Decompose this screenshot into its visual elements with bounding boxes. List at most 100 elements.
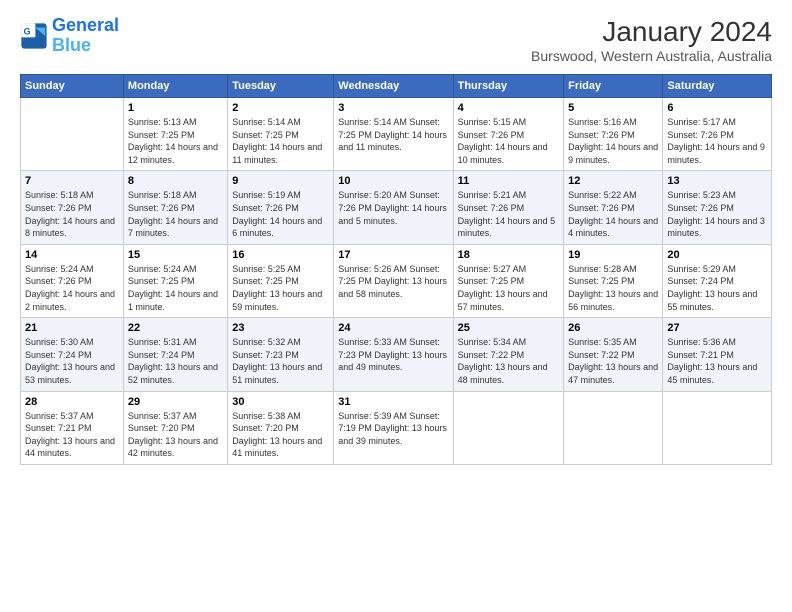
day-info: Sunrise: 5:28 AM Sunset: 7:25 PM Dayligh… bbox=[568, 263, 658, 313]
calendar-cell: 22 Sunrise: 5:31 AM Sunset: 7:24 PM Dayli… bbox=[123, 318, 227, 391]
day-number: 6 bbox=[667, 102, 767, 114]
day-info: Sunrise: 5:26 AM Sunset: 7:25 PM Dayligh… bbox=[338, 263, 448, 301]
header-day-tuesday: Tuesday bbox=[228, 75, 334, 98]
calendar-cell: 6Sunrise: 5:17 AM Sunset: 7:26 PM Daylig… bbox=[663, 98, 772, 171]
svg-text:G: G bbox=[24, 26, 31, 36]
calendar-cell bbox=[21, 98, 124, 171]
calendar-cell: 14 Sunrise: 5:24 AM Sunset: 7:26 PM Dayli… bbox=[21, 244, 124, 317]
day-info: Sunrise: 5:24 AM Sunset: 7:26 PM Dayligh… bbox=[25, 263, 119, 313]
calendar-cell: 26Sunrise: 5:35 AM Sunset: 7:22 PM Dayli… bbox=[564, 318, 663, 391]
calendar-cell: 21 Sunrise: 5:30 AM Sunset: 7:24 PM Dayli… bbox=[21, 318, 124, 391]
day-info: Sunrise: 5:20 AM Sunset: 7:26 PM Dayligh… bbox=[338, 189, 448, 227]
calendar-cell: 10 Sunrise: 5:20 AM Sunset: 7:26 PM Dayli… bbox=[334, 171, 453, 244]
logo: G General Blue bbox=[20, 16, 119, 56]
calendar-cell: 5 Sunrise: 5:16 AM Sunset: 7:26 PM Daylig… bbox=[564, 98, 663, 171]
calendar-body: 1 Sunrise: 5:13 AM Sunset: 7:25 PM Daylig… bbox=[21, 98, 772, 465]
calendar-header: SundayMondayTuesdayWednesdayThursdayFrid… bbox=[21, 75, 772, 98]
day-number: 8 bbox=[128, 175, 223, 187]
calendar-cell: 16Sunrise: 5:25 AM Sunset: 7:25 PM Dayli… bbox=[228, 244, 334, 317]
day-number: 5 bbox=[568, 102, 658, 114]
day-info: Sunrise: 5:31 AM Sunset: 7:24 PM Dayligh… bbox=[128, 336, 223, 386]
day-number: 31 bbox=[338, 396, 448, 408]
day-info: Sunrise: 5:34 AM Sunset: 7:22 PM Dayligh… bbox=[458, 336, 559, 386]
day-info: Sunrise: 5:29 AM Sunset: 7:24 PM Dayligh… bbox=[667, 263, 767, 313]
day-info: Sunrise: 5:16 AM Sunset: 7:26 PM Dayligh… bbox=[568, 116, 658, 166]
calendar-cell: 7 Sunrise: 5:18 AM Sunset: 7:26 PM Daylig… bbox=[21, 171, 124, 244]
day-info: Sunrise: 5:18 AM Sunset: 7:26 PM Dayligh… bbox=[128, 189, 223, 239]
day-number: 14 bbox=[25, 249, 119, 261]
logo-line2: Blue bbox=[52, 35, 91, 55]
day-number: 27 bbox=[667, 322, 767, 334]
header-day-sunday: Sunday bbox=[21, 75, 124, 98]
week-row-5: 28Sunrise: 5:37 AM Sunset: 7:21 PM Dayli… bbox=[21, 391, 772, 464]
calendar-cell: 24 Sunrise: 5:33 AM Sunset: 7:23 PM Dayli… bbox=[334, 318, 453, 391]
calendar-cell bbox=[663, 391, 772, 464]
calendar-table: SundayMondayTuesdayWednesdayThursdayFrid… bbox=[20, 74, 772, 465]
calendar-cell bbox=[564, 391, 663, 464]
day-number: 7 bbox=[25, 175, 119, 187]
day-number: 17 bbox=[338, 249, 448, 261]
day-number: 3 bbox=[338, 102, 448, 114]
header-day-friday: Friday bbox=[564, 75, 663, 98]
day-number: 13 bbox=[667, 175, 767, 187]
day-number: 2 bbox=[232, 102, 329, 114]
calendar-cell: 25Sunrise: 5:34 AM Sunset: 7:22 PM Dayli… bbox=[453, 318, 563, 391]
calendar-cell: 23Sunrise: 5:32 AM Sunset: 7:23 PM Dayli… bbox=[228, 318, 334, 391]
calendar-cell: 29Sunrise: 5:37 AM Sunset: 7:20 PM Dayli… bbox=[123, 391, 227, 464]
day-info: Sunrise: 5:14 AM Sunset: 7:25 PM Dayligh… bbox=[338, 116, 448, 154]
day-info: Sunrise: 5:22 AM Sunset: 7:26 PM Dayligh… bbox=[568, 189, 658, 239]
header-day-saturday: Saturday bbox=[663, 75, 772, 98]
day-info: Sunrise: 5:21 AM Sunset: 7:26 PM Dayligh… bbox=[458, 189, 559, 239]
day-info: Sunrise: 5:27 AM Sunset: 7:25 PM Dayligh… bbox=[458, 263, 559, 313]
day-number: 22 bbox=[128, 322, 223, 334]
calendar-cell: 8 Sunrise: 5:18 AM Sunset: 7:26 PM Daylig… bbox=[123, 171, 227, 244]
calendar-cell: 17 Sunrise: 5:26 AM Sunset: 7:25 PM Dayli… bbox=[334, 244, 453, 317]
day-number: 4 bbox=[458, 102, 559, 114]
header-day-wednesday: Wednesday bbox=[334, 75, 453, 98]
day-number: 11 bbox=[458, 175, 559, 187]
day-number: 24 bbox=[338, 322, 448, 334]
calendar-cell: 20 Sunrise: 5:29 AM Sunset: 7:24 PM Dayli… bbox=[663, 244, 772, 317]
day-info: Sunrise: 5:13 AM Sunset: 7:25 PM Dayligh… bbox=[128, 116, 223, 166]
calendar-cell: 13Sunrise: 5:23 AM Sunset: 7:26 PM Dayli… bbox=[663, 171, 772, 244]
day-number: 30 bbox=[232, 396, 329, 408]
calendar-cell: 2Sunrise: 5:14 AM Sunset: 7:25 PM Daylig… bbox=[228, 98, 334, 171]
day-info: Sunrise: 5:38 AM Sunset: 7:20 PM Dayligh… bbox=[232, 410, 329, 460]
day-info: Sunrise: 5:33 AM Sunset: 7:23 PM Dayligh… bbox=[338, 336, 448, 374]
calendar-cell: 19 Sunrise: 5:28 AM Sunset: 7:25 PM Dayli… bbox=[564, 244, 663, 317]
calendar-cell: 11 Sunrise: 5:21 AM Sunset: 7:26 PM Dayli… bbox=[453, 171, 563, 244]
logo-icon: G bbox=[20, 22, 48, 50]
day-info: Sunrise: 5:35 AM Sunset: 7:22 PM Dayligh… bbox=[568, 336, 658, 386]
week-row-3: 14 Sunrise: 5:24 AM Sunset: 7:26 PM Dayli… bbox=[21, 244, 772, 317]
day-number: 21 bbox=[25, 322, 119, 334]
calendar-cell: 27 Sunrise: 5:36 AM Sunset: 7:21 PM Dayli… bbox=[663, 318, 772, 391]
subtitle: Burswood, Western Australia, Australia bbox=[531, 48, 772, 64]
day-info: Sunrise: 5:37 AM Sunset: 7:20 PM Dayligh… bbox=[128, 410, 223, 460]
day-number: 19 bbox=[568, 249, 658, 261]
calendar-cell: 12Sunrise: 5:22 AM Sunset: 7:26 PM Dayli… bbox=[564, 171, 663, 244]
calendar-cell: 1 Sunrise: 5:13 AM Sunset: 7:25 PM Daylig… bbox=[123, 98, 227, 171]
day-number: 1 bbox=[128, 102, 223, 114]
calendar-cell: 28Sunrise: 5:37 AM Sunset: 7:21 PM Dayli… bbox=[21, 391, 124, 464]
main-title: January 2024 bbox=[531, 16, 772, 48]
day-info: Sunrise: 5:36 AM Sunset: 7:21 PM Dayligh… bbox=[667, 336, 767, 386]
calendar-cell: 3 Sunrise: 5:14 AM Sunset: 7:25 PM Daylig… bbox=[334, 98, 453, 171]
day-info: Sunrise: 5:24 AM Sunset: 7:25 PM Dayligh… bbox=[128, 263, 223, 313]
week-row-4: 21 Sunrise: 5:30 AM Sunset: 7:24 PM Dayli… bbox=[21, 318, 772, 391]
week-row-2: 7 Sunrise: 5:18 AM Sunset: 7:26 PM Daylig… bbox=[21, 171, 772, 244]
header-row: SundayMondayTuesdayWednesdayThursdayFrid… bbox=[21, 75, 772, 98]
day-info: Sunrise: 5:18 AM Sunset: 7:26 PM Dayligh… bbox=[25, 189, 119, 239]
calendar-cell: 31 Sunrise: 5:39 AM Sunset: 7:19 PM Dayli… bbox=[334, 391, 453, 464]
day-info: Sunrise: 5:39 AM Sunset: 7:19 PM Dayligh… bbox=[338, 410, 448, 448]
day-number: 10 bbox=[338, 175, 448, 187]
calendar-cell: 15Sunrise: 5:24 AM Sunset: 7:25 PM Dayli… bbox=[123, 244, 227, 317]
title-block: January 2024 Burswood, Western Australia… bbox=[531, 16, 772, 64]
logo-line1: General bbox=[52, 15, 119, 35]
day-number: 28 bbox=[25, 396, 119, 408]
day-number: 20 bbox=[667, 249, 767, 261]
calendar-cell: 30 Sunrise: 5:38 AM Sunset: 7:20 PM Dayli… bbox=[228, 391, 334, 464]
day-info: Sunrise: 5:15 AM Sunset: 7:26 PM Dayligh… bbox=[458, 116, 559, 166]
calendar-cell: 9Sunrise: 5:19 AM Sunset: 7:26 PM Daylig… bbox=[228, 171, 334, 244]
day-number: 9 bbox=[232, 175, 329, 187]
day-info: Sunrise: 5:30 AM Sunset: 7:24 PM Dayligh… bbox=[25, 336, 119, 386]
